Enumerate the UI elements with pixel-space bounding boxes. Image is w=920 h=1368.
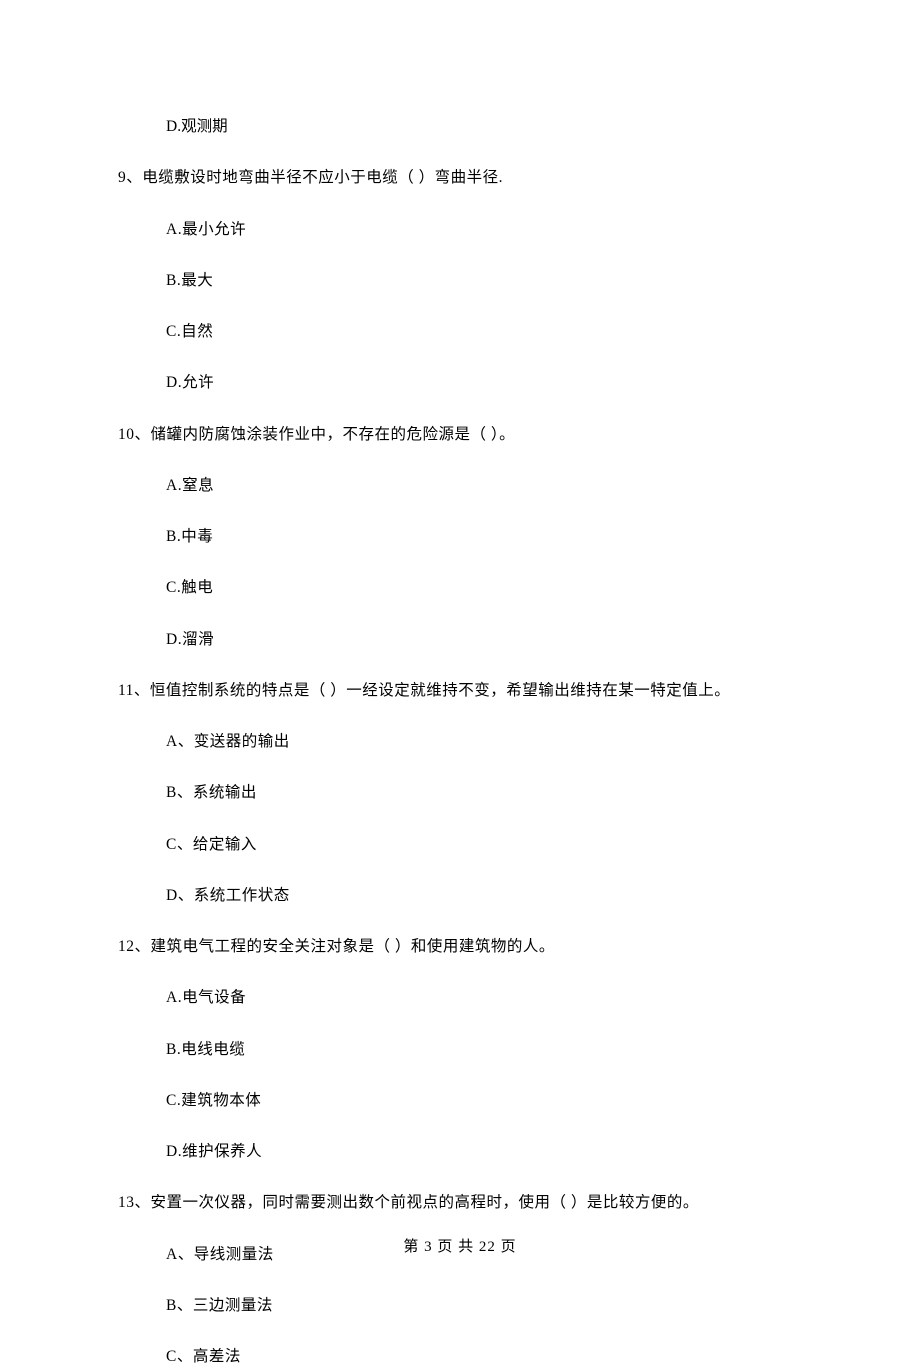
option-b: B、三边测量法 — [166, 1294, 802, 1317]
question-13: 13、安置一次仪器，同时需要测出数个前视点的高程时，使用（ ）是比较方便的。 A… — [118, 1191, 802, 1368]
question-10: 10、储罐内防腐蚀涂装作业中，不存在的危险源是（ ）。 A.窒息 B.中毒 C.… — [118, 423, 802, 651]
question-text: 9、电缆敷设时地弯曲半径不应小于电缆（ ）弯曲半径. — [118, 166, 802, 189]
option-c: C、给定输入 — [166, 833, 802, 856]
option-a: A.窒息 — [166, 474, 802, 497]
question-text: 10、储罐内防腐蚀涂装作业中，不存在的危险源是（ ）。 — [118, 423, 802, 446]
option-c: C.触电 — [166, 576, 802, 599]
option-a: A、变送器的输出 — [166, 730, 802, 753]
options-group: A.最小允许 B.最大 C.自然 D.允许 — [166, 218, 802, 395]
option-b: B、系统输出 — [166, 781, 802, 804]
options-group: A、导线测量法 B、三边测量法 C、高差法 — [166, 1243, 802, 1368]
options-group: A.电气设备 B.电线电缆 C.建筑物本体 D.维护保养人 — [166, 986, 802, 1163]
option-c: C.自然 — [166, 320, 802, 343]
question-11: 11、恒值控制系统的特点是（ ）一经设定就维持不变，希望输出维持在某一特定值上。… — [118, 679, 802, 907]
question-9: 9、电缆敷设时地弯曲半径不应小于电缆（ ）弯曲半径. A.最小允许 B.最大 C… — [118, 166, 802, 394]
options-group: A、变送器的输出 B、系统输出 C、给定输入 D、系统工作状态 — [166, 730, 802, 907]
option-d: D.维护保养人 — [166, 1140, 802, 1163]
option-b: B.电线电缆 — [166, 1038, 802, 1061]
option-b: B.中毒 — [166, 525, 802, 548]
option-c: C.建筑物本体 — [166, 1089, 802, 1112]
option-d: D、系统工作状态 — [166, 884, 802, 907]
option-d: D.溜滑 — [166, 628, 802, 651]
option-b: B.最大 — [166, 269, 802, 292]
options-group: A.窒息 B.中毒 C.触电 D.溜滑 — [166, 474, 802, 651]
question-12: 12、建筑电气工程的安全关注对象是（ ）和使用建筑物的人。 A.电气设备 B.电… — [118, 935, 802, 1163]
previous-page-option-d: D.观测期 — [166, 115, 802, 138]
question-text: 13、安置一次仪器，同时需要测出数个前视点的高程时，使用（ ）是比较方便的。 — [118, 1191, 802, 1214]
option-a: A.最小允许 — [166, 218, 802, 241]
option-a: A.电气设备 — [166, 986, 802, 1009]
option-c: C、高差法 — [166, 1345, 802, 1368]
page-number: 第 3 页 共 22 页 — [0, 1235, 920, 1256]
page-content: D.观测期 9、电缆敷设时地弯曲半径不应小于电缆（ ）弯曲半径. A.最小允许 … — [0, 0, 920, 1368]
option-d: D.允许 — [166, 371, 802, 394]
question-text: 11、恒值控制系统的特点是（ ）一经设定就维持不变，希望输出维持在某一特定值上。 — [118, 679, 802, 702]
question-text: 12、建筑电气工程的安全关注对象是（ ）和使用建筑物的人。 — [118, 935, 802, 958]
